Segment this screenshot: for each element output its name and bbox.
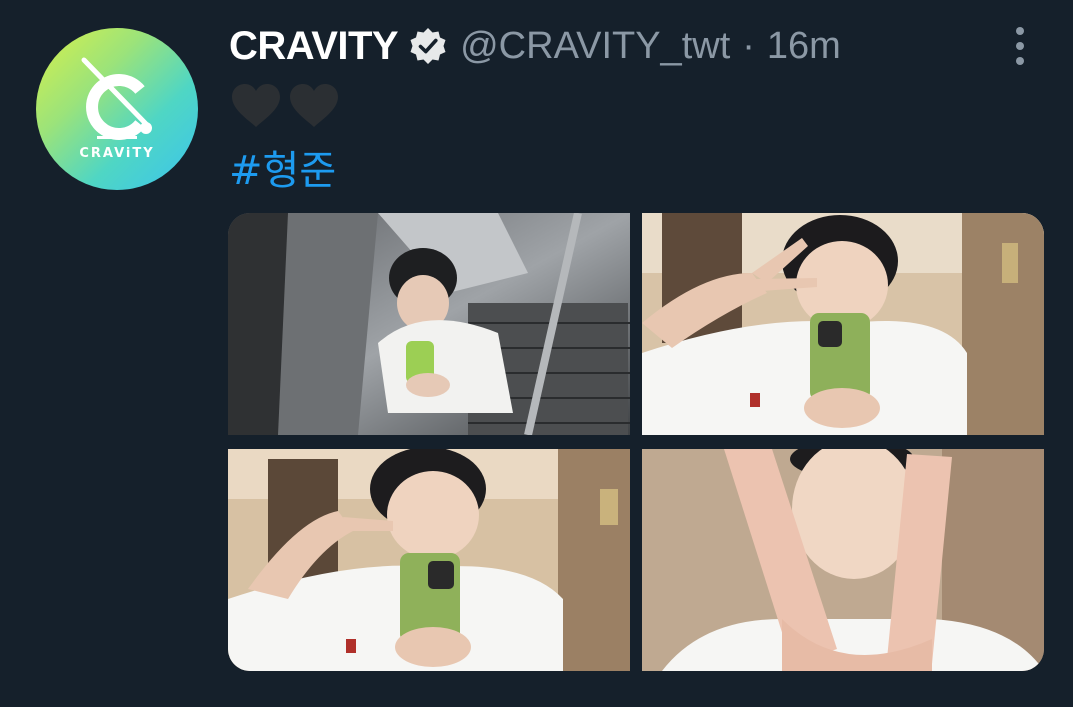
hashtag-link[interactable]: #형준 bbox=[229, 138, 336, 196]
photo-2[interactable] bbox=[642, 213, 1044, 435]
photo-1[interactable] bbox=[228, 213, 630, 435]
separator-dot: · bbox=[742, 24, 755, 67]
display-name[interactable]: CRAVITY bbox=[229, 24, 399, 69]
cravity-logo-icon bbox=[81, 57, 152, 140]
more-vertical-icon[interactable] bbox=[1006, 25, 1034, 67]
handle[interactable]: @CRAVITY_twt bbox=[460, 25, 730, 68]
verified-badge-icon bbox=[408, 26, 448, 66]
photo-4[interactable] bbox=[642, 449, 1044, 671]
media-grid bbox=[228, 213, 1044, 671]
timestamp[interactable]: 16m bbox=[767, 25, 841, 68]
tweet-header: CRAVITY @CRAVITY_twt · 16m bbox=[229, 20, 841, 72]
photo-3[interactable] bbox=[228, 449, 630, 671]
tweet-text-emoji bbox=[230, 83, 340, 129]
avatar[interactable]: CRAViTY bbox=[36, 28, 198, 190]
avatar-wordmark: CRAViTY bbox=[79, 146, 155, 161]
black-heart-icon bbox=[232, 84, 280, 127]
black-heart-icon bbox=[290, 84, 338, 127]
tweet[interactable]: CRAViTY CRAVITY @CRAVITY_twt · 16m #형준 bbox=[0, 0, 1073, 707]
